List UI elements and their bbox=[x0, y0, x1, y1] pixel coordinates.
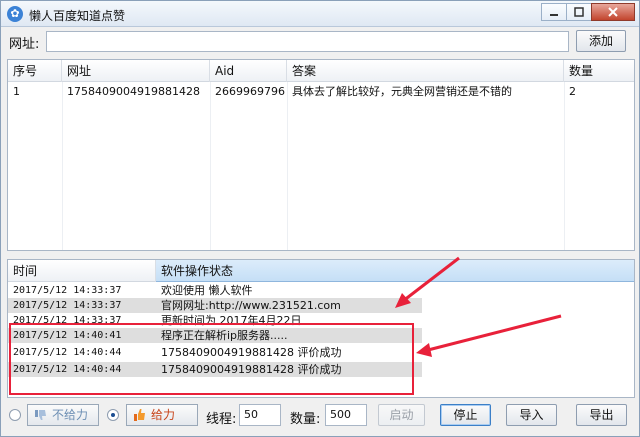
add-button[interactable]: 添加 bbox=[576, 30, 626, 52]
column-header-aid[interactable]: Aid bbox=[210, 60, 287, 82]
baidu-paw-icon: ✿ bbox=[7, 6, 23, 22]
quantity-input[interactable]: 500 bbox=[325, 404, 367, 426]
mode-radio-weak[interactable] bbox=[9, 409, 21, 421]
log-time: 2017/5/12 14:33:37 bbox=[13, 285, 122, 296]
import-button[interactable]: 导入 bbox=[506, 404, 557, 426]
cell-index: 1 bbox=[13, 85, 20, 98]
close-button[interactable] bbox=[591, 3, 635, 21]
log-message: 官网网址:http://www.231521.com bbox=[161, 299, 341, 312]
log-row: 2017/5/12 14:33:37 官网网址:http://www.23152… bbox=[8, 298, 422, 313]
mode-weak-label: 不给力 bbox=[52, 408, 89, 422]
main-window: ✿ 懒人百度知道点赞 网址: 添加 序号 网址 Aid 答案 数量 1 1758… bbox=[0, 0, 640, 437]
log-row: 2017/5/12 14:33:37 欢迎使用 懒人软件 bbox=[8, 283, 422, 298]
thumbs-down-icon bbox=[35, 410, 46, 420]
start-button[interactable]: 启动 bbox=[378, 404, 425, 426]
column-divider bbox=[287, 82, 288, 250]
threads-input[interactable]: 50 bbox=[239, 404, 281, 426]
column-header-index[interactable]: 序号 bbox=[8, 60, 62, 82]
annotation-highlight-box bbox=[9, 323, 414, 395]
window-title: 懒人百度知道点赞 bbox=[29, 9, 126, 23]
log-table-header: 时间 软件操作状态 bbox=[8, 260, 634, 282]
url-label: 网址: bbox=[9, 37, 40, 52]
minimize-button[interactable] bbox=[541, 3, 567, 21]
mode-strong-button[interactable]: 给力 bbox=[126, 404, 198, 426]
stop-button[interactable]: 停止 bbox=[440, 404, 491, 426]
thumbs-up-icon bbox=[134, 409, 145, 421]
title-bar: ✿ 懒人百度知道点赞 bbox=[1, 1, 639, 27]
cell-aid: 2669969796 bbox=[215, 85, 285, 98]
mode-radio-strong[interactable] bbox=[107, 409, 119, 421]
threads-label: 线程: bbox=[206, 412, 237, 427]
maximize-button[interactable] bbox=[566, 3, 592, 21]
export-button[interactable]: 导出 bbox=[576, 404, 627, 426]
column-header-count[interactable]: 数量 bbox=[564, 60, 634, 82]
url-input[interactable] bbox=[46, 31, 569, 52]
mode-strong-label: 给力 bbox=[151, 408, 176, 422]
maximize-icon bbox=[574, 7, 584, 17]
cell-count: 2 bbox=[569, 85, 576, 98]
column-divider bbox=[564, 82, 565, 250]
log-time: 2017/5/12 14:33:37 bbox=[13, 300, 122, 311]
window-controls bbox=[541, 3, 635, 21]
cell-url: 1758409004919881428 bbox=[67, 85, 200, 98]
column-divider bbox=[62, 82, 63, 250]
table-row[interactable]: 1 1758409004919881428 2669969796 具体去了解比较… bbox=[8, 83, 634, 101]
minimize-icon bbox=[550, 14, 558, 16]
column-header-answer[interactable]: 答案 bbox=[287, 60, 564, 82]
column-header-status[interactable]: 软件操作状态 bbox=[156, 260, 634, 282]
column-header-time[interactable]: 时间 bbox=[8, 260, 156, 282]
close-icon bbox=[608, 7, 618, 17]
column-header-url[interactable]: 网址 bbox=[62, 60, 210, 82]
column-divider bbox=[210, 82, 211, 250]
quantity-label: 数量: bbox=[290, 412, 321, 427]
task-table-header: 序号 网址 Aid 答案 数量 bbox=[8, 60, 634, 82]
cell-answer: 具体去了解比较好，元典全网营销还是不错的 bbox=[292, 85, 512, 98]
task-table[interactable]: 序号 网址 Aid 答案 数量 1 1758409004919881428 26… bbox=[7, 59, 635, 251]
mode-weak-button[interactable]: 不给力 bbox=[27, 404, 99, 426]
log-message: 欢迎使用 懒人软件 bbox=[161, 284, 253, 297]
